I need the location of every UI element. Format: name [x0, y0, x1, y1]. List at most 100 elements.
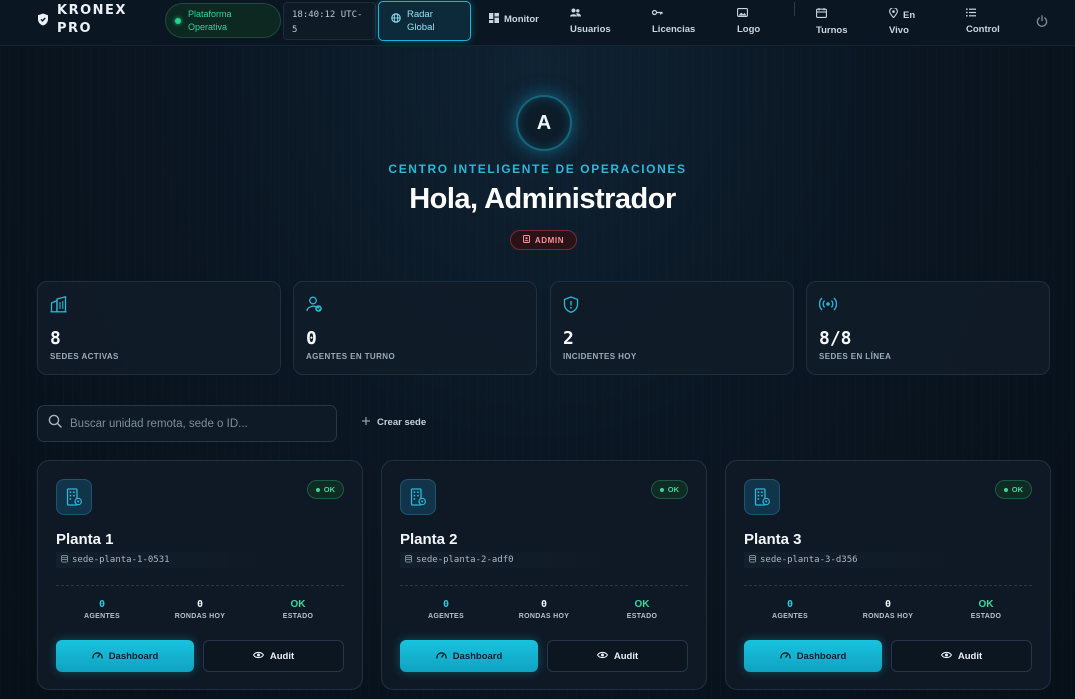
status-badge-label: OK	[667, 485, 679, 494]
nav-monitor-label: Monitor	[504, 14, 539, 25]
nav-usuarios[interactable]: Usuarios	[570, 8, 611, 37]
clock-line2: 5	[292, 25, 298, 35]
database-icon	[61, 554, 68, 566]
radar-line2: Global	[407, 22, 435, 33]
nav-logo[interactable]: Logo	[737, 8, 760, 37]
metric-value: 0	[442, 599, 450, 610]
stat-card-sedes-en-linea: 8/8 SEDES EN LÍNEA	[806, 281, 1050, 375]
dashboard-button[interactable]: Dashboard	[56, 640, 194, 672]
building-icon	[400, 479, 436, 515]
site-name: Planta 3	[744, 531, 802, 548]
building-icon	[56, 479, 92, 515]
metric-label: RONDAS HOY	[174, 613, 226, 620]
users-icon	[570, 8, 581, 22]
status-line2: Operativa	[188, 21, 228, 32]
audit-button-label: Audit	[613, 650, 639, 662]
metric-estado: OK ESTADO	[936, 599, 1036, 620]
search-box[interactable]	[37, 405, 337, 442]
metric-rondas: 0 RONDAS HOY	[150, 599, 250, 620]
hero-eyebrow: CENTRO INTELIGENTE DE OPERACIONES	[388, 162, 687, 176]
nav-en-vivo[interactable]: En Vivo	[889, 7, 916, 38]
building-icon	[744, 479, 780, 515]
calendar-icon	[816, 8, 827, 23]
metric-agentes: 0 AGENTES	[396, 599, 496, 620]
nav-control[interactable]: Control	[966, 8, 1000, 37]
stat-label: SEDES ACTIVAS	[50, 352, 119, 361]
nav-monitor[interactable]: Monitor	[489, 13, 539, 28]
create-site-button[interactable]: Crear sede	[362, 417, 426, 428]
site-id-value: sede-planta-1-0531	[72, 555, 170, 565]
nav-divider	[794, 2, 795, 16]
status-badge: OK	[650, 480, 688, 499]
metric-value: OK	[978, 599, 994, 610]
dashboard-button[interactable]: Dashboard	[744, 640, 882, 672]
grid-icon	[489, 13, 499, 28]
list-icon	[966, 8, 976, 22]
card-divider	[744, 585, 1032, 586]
plus-icon	[362, 417, 370, 428]
metric-value: 0	[196, 599, 204, 610]
stat-value: 0	[306, 328, 317, 349]
dashboard-button-label: Dashboard	[452, 650, 503, 662]
metric-label: RONDAS HOY	[518, 613, 570, 620]
platform-status-pill: Plataforma Operativa	[165, 3, 281, 38]
metric-label: ESTADO	[626, 613, 658, 620]
stat-card-incidentes-hoy: 2 INCIDENTES HOY	[550, 281, 794, 375]
map-pin-icon	[889, 7, 898, 23]
status-badge: OK	[994, 480, 1032, 499]
globe-icon	[391, 10, 401, 28]
dashboard-button[interactable]: Dashboard	[400, 640, 538, 672]
brand[interactable]: KRONEX PRO	[37, 2, 127, 38]
nav-licencias[interactable]: Licencias	[651, 8, 696, 37]
metric-label: ESTADO	[970, 613, 1002, 620]
card-divider	[56, 585, 344, 586]
search-input[interactable]	[70, 417, 320, 430]
metric-agentes: 0 AGENTES	[740, 599, 840, 620]
brand-name: KRONEX	[57, 3, 127, 18]
metric-rondas: 0 RONDAS HOY	[838, 599, 938, 620]
metric-label: ESTADO	[282, 613, 314, 620]
role-badge-label: ADMIN	[534, 235, 565, 245]
radar-line1: Radar	[407, 9, 433, 20]
gauge-icon	[779, 651, 791, 662]
database-icon	[749, 554, 756, 566]
stat-label: AGENTES EN TURNO	[306, 352, 396, 361]
nav-en-vivo-label1: En	[903, 9, 916, 21]
metric-agentes: 0 AGENTES	[52, 599, 152, 620]
key-icon	[651, 8, 663, 22]
id-badge-icon	[522, 235, 530, 245]
dashboard-button-label: Dashboard	[108, 650, 159, 662]
nav-turnos-label: Turnos	[816, 25, 848, 36]
power-icon[interactable]	[1036, 14, 1048, 32]
shield-alert-icon	[563, 296, 579, 317]
gauge-icon	[91, 651, 103, 662]
status-line1: Plataforma	[188, 8, 232, 19]
status-badge: OK	[306, 480, 344, 499]
card-divider	[400, 585, 688, 586]
nav-radar-global[interactable]: Radar Global	[378, 1, 471, 41]
metric-label: AGENTES	[428, 613, 464, 620]
audit-button-label: Audit	[957, 650, 983, 662]
metric-label: AGENTES	[84, 613, 120, 620]
database-icon	[405, 554, 412, 566]
audit-button[interactable]: Audit	[203, 640, 344, 672]
role-badge: ADMIN	[510, 230, 577, 250]
site-name: Planta 1	[56, 531, 114, 548]
nav-licencias-label: Licencias	[652, 24, 696, 35]
site-card: OK Planta 1 sede-planta-1-0531 0 AGENTES …	[37, 460, 363, 690]
nav-turnos[interactable]: Turnos	[816, 8, 848, 38]
audit-button[interactable]: Audit	[547, 640, 688, 672]
top-bar: KRONEX PRO Plataforma Operativa 18:40:12…	[0, 0, 1075, 46]
site-id: sede-planta-3-d356	[744, 552, 944, 568]
nav-usuarios-label: Usuarios	[570, 24, 611, 35]
audit-button[interactable]: Audit	[891, 640, 1032, 672]
shield-logo-icon	[37, 13, 49, 31]
dashboard-button-label: Dashboard	[796, 650, 847, 662]
audit-button-label: Audit	[269, 650, 295, 662]
site-card: OK Planta 2 sede-planta-2-adf0 0 AGENTES …	[381, 460, 707, 690]
eye-icon	[596, 651, 608, 662]
nav-control-label: Control	[966, 24, 1000, 35]
metric-label: RONDAS HOY	[862, 613, 914, 620]
status-badge-label: OK	[323, 485, 335, 494]
metric-label: AGENTES	[772, 613, 808, 620]
